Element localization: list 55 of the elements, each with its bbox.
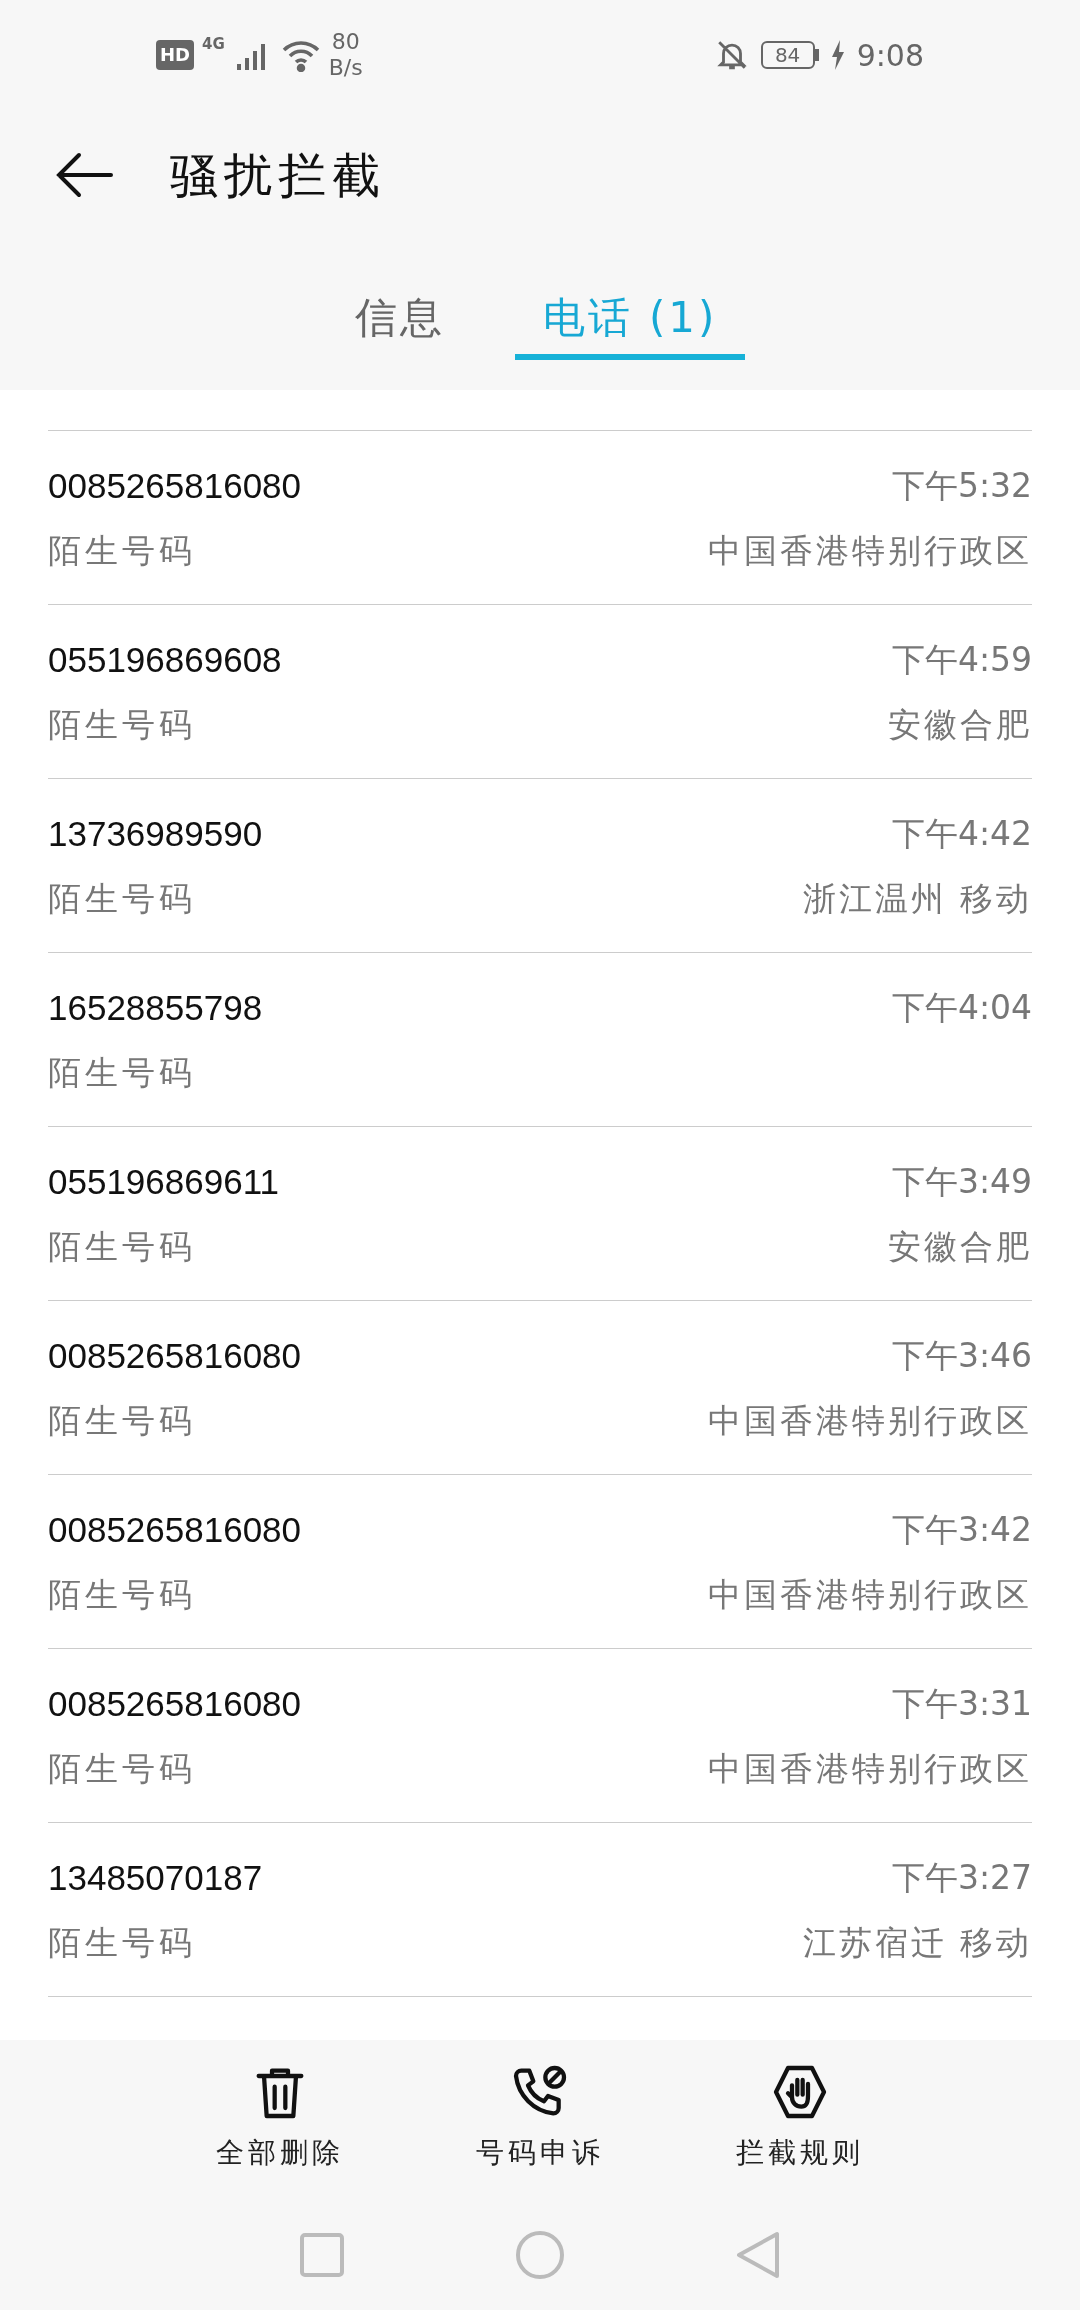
caller-location: 安徽合肥 — [888, 1226, 1032, 1268]
phone-number: 16528855798 — [48, 986, 263, 1029]
caller-location: 中国香港特别行政区 — [708, 530, 1032, 572]
network-speed-unit: B/s — [328, 55, 363, 81]
call-time: 下午3:42 — [891, 1509, 1032, 1551]
call-time: 下午3:46 — [891, 1335, 1032, 1377]
blocked-call-row[interactable]: 13736989590 下午4:42 陌生号码 浙江温州 移动 — [48, 779, 1032, 953]
page-title: 骚扰拦截 — [170, 146, 386, 205]
call-time: 下午4:59 — [891, 639, 1032, 681]
network-speed: 80 — [331, 29, 360, 55]
phone-number: 055196869608 — [48, 638, 282, 681]
caller-type: 陌生号码 — [48, 1922, 196, 1964]
hd-badge: HD — [156, 40, 194, 70]
phone-number: 0085265816080 — [48, 464, 302, 507]
network-type: 4G — [202, 34, 225, 55]
caller-location: 中国香港特别行政区 — [708, 1748, 1032, 1790]
phone-number: 13736989590 — [48, 812, 263, 855]
call-time: 下午3:27 — [891, 1857, 1032, 1899]
call-time: 下午4:42 — [891, 813, 1032, 855]
caller-type: 陌生号码 — [48, 1574, 196, 1616]
toolbar-button[interactable]: 全部删除 — [180, 2060, 380, 2200]
caller-location: 浙江温州 移动 — [802, 878, 1032, 920]
blocked-call-row[interactable]: 055196869608 下午4:59 陌生号码 安徽合肥 — [48, 605, 1032, 779]
caller-type: 陌生号码 — [48, 530, 196, 572]
call-time: 下午5:32 — [891, 465, 1032, 507]
blocked-call-row[interactable]: 0085265816080 下午5:32 陌生号码 中国香港特别行政区 — [48, 431, 1032, 605]
phone-number: 055196869611 — [48, 1160, 279, 1203]
call-time: 下午3:31 — [891, 1683, 1032, 1725]
caller-type: 陌生号码 — [48, 1052, 196, 1094]
caller-location: 安徽合肥 — [888, 704, 1032, 746]
tab[interactable]: 信息 — [334, 280, 465, 360]
call-time: 下午4:04 — [891, 987, 1032, 1029]
caller-type: 陌生号码 — [48, 878, 196, 920]
toolbar-button[interactable]: 拦截规则 — [700, 2060, 900, 2200]
caller-location: 中国香港特别行政区 — [708, 1574, 1032, 1616]
blocked-call-row[interactable]: 0085265816080 下午3:42 陌生号码 中国香港特别行政区 — [48, 1475, 1032, 1649]
blocked-call-row[interactable]: 13485070187 下午3:27 陌生号码 江苏宿迁 移动 — [48, 1823, 1032, 1997]
caller-type: 陌生号码 — [48, 704, 196, 746]
toolbar-button[interactable]: 号码申诉 — [440, 2060, 640, 2200]
phone-number: 0085265816080 — [48, 1508, 302, 1551]
blocked-call-row[interactable]: 16528855798 下午4:04 陌生号码 — [48, 953, 1032, 1127]
phone-number: 0085265816080 — [48, 1682, 302, 1725]
phone-number: 13485070187 — [48, 1856, 263, 1899]
caller-location: 江苏宿迁 移动 — [802, 1922, 1032, 1964]
blocked-call-row[interactable]: 0085265816080 下午3:46 陌生号码 中国香港特别行政区 — [48, 1301, 1032, 1475]
clock-time: 9:08 — [856, 36, 924, 75]
phone-number: 0085265816080 — [48, 1334, 302, 1377]
caller-location: 中国香港特别行政区 — [708, 1400, 1032, 1442]
caller-type: 陌生号码 — [48, 1226, 196, 1268]
blocked-call-row[interactable]: 0085265816080 下午3:31 陌生号码 中国香港特别行政区 — [48, 1649, 1032, 1823]
caller-type: 陌生号码 — [48, 1400, 196, 1442]
blocked-call-row[interactable]: 055196869611 下午3:49 陌生号码 安徽合肥 — [48, 1127, 1032, 1301]
caller-type: 陌生号码 — [48, 1748, 196, 1790]
call-time: 下午3:49 — [891, 1161, 1032, 1203]
battery-level: 84 — [760, 41, 815, 69]
